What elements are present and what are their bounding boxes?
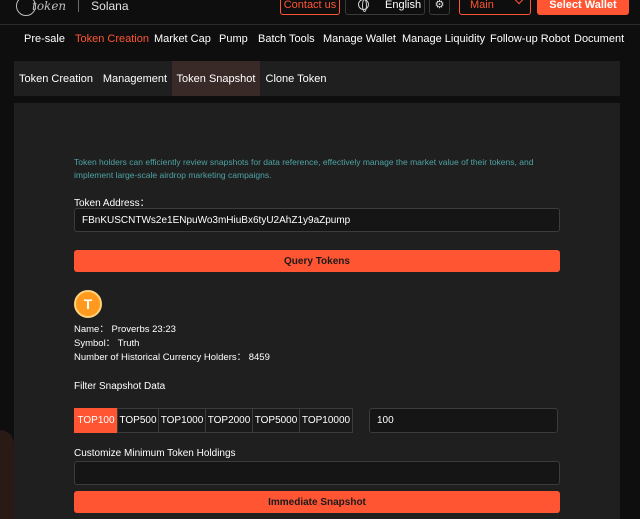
nav-item-manage-wallet[interactable]: Manage Wallet (323, 33, 396, 45)
nav-item-manage-liquidity[interactable]: Manage Liquidity (402, 33, 485, 45)
logo[interactable]: token Solana (16, 0, 129, 16)
token-holders-count: Number of Historical Currency Holders： 8… (74, 352, 270, 363)
immediate-snapshot-button[interactable]: Immediate Snapshot (74, 491, 560, 513)
language-select[interactable]: English (345, 0, 425, 15)
tab-token-creation[interactable]: Token Creation (14, 61, 98, 96)
nav-item-batch-tools[interactable]: Batch Tools (258, 33, 315, 45)
nav-item-document[interactable]: Document (574, 33, 624, 45)
select-wallet-button[interactable]: Select Wallet (537, 0, 629, 15)
gear-icon: ⚙ (434, 0, 445, 11)
token-initial: T (83, 296, 93, 312)
network-label: Main (470, 0, 494, 11)
globe-icon (358, 0, 369, 12)
sub-tabs: Token Creation Management Token Snapshot… (14, 61, 620, 96)
settings-button[interactable]: ⚙ (429, 0, 450, 15)
query-tokens-button[interactable]: Query Tokens (74, 250, 560, 272)
top-header: token Solana Contact us English ⚙ Main S… (0, 0, 640, 16)
tab-management[interactable]: Management (98, 61, 172, 96)
logo-word: token (32, 0, 67, 13)
token-name: Name： Proverbs 23:23 (74, 324, 176, 335)
contact-us-button[interactable]: Contact us (280, 0, 340, 15)
language-label: English (385, 0, 422, 11)
filter-top100[interactable]: TOP100 (74, 408, 118, 433)
nav-item-token-creation[interactable]: Token Creation (75, 33, 149, 45)
logo-divider (78, 0, 80, 12)
nav-item-pump[interactable]: Pump (219, 33, 248, 45)
nav-item-market-cap[interactable]: Market Cap (154, 33, 211, 45)
decorative-glow (0, 430, 14, 519)
tab-clone-token[interactable]: Clone Token (260, 61, 332, 96)
filter-top10000[interactable]: TOP10000 (299, 408, 353, 433)
token-logo: T (74, 290, 102, 318)
network-select[interactable]: Main (459, 0, 531, 15)
tab-token-snapshot[interactable]: Token Snapshot (172, 61, 260, 96)
nav-item-follow-up-robot[interactable]: Follow-up Robot (490, 33, 570, 45)
filter-top1000[interactable]: TOP1000 (158, 408, 206, 433)
snapshot-description: Token holders can efficiently review sna… (74, 157, 534, 180)
filter-top5000[interactable]: TOP5000 (252, 408, 300, 433)
main-nav: Pre-sale Token Creation Market Cap Pump … (0, 33, 640, 53)
header-divider (0, 24, 640, 25)
nav-item-presale[interactable]: Pre-sale (24, 33, 65, 45)
token-address-label: Token Address： (74, 198, 150, 209)
filter-snapshot-label: Filter Snapshot Data (74, 381, 166, 392)
min-holdings-input[interactable] (74, 461, 560, 485)
chain-name: Solana (91, 0, 129, 13)
chevron-down-icon (514, 0, 524, 5)
snapshot-count-input[interactable]: 100 (369, 408, 558, 433)
snapshot-filter-group: TOP100 TOP500 TOP1000 TOP2000 TOP5000 TO… (74, 408, 353, 433)
token-symbol: Symbol： Truth (74, 338, 140, 349)
filter-top2000[interactable]: TOP2000 (205, 408, 253, 433)
token-address-input[interactable]: FBnKUSCNTWs2e1ENpuWo3mHiuBx6tyU2AhZ1y9aZ… (74, 208, 560, 232)
filter-top500[interactable]: TOP500 (117, 408, 159, 433)
min-holdings-label: Customize Minimum Token Holdings (74, 448, 236, 459)
